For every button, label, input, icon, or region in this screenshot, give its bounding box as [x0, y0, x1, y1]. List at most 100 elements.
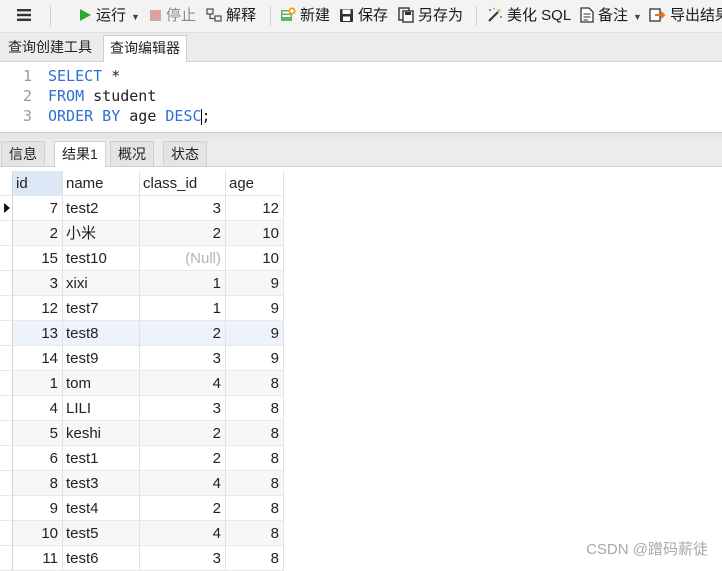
table-cell-id[interactable]: 6	[13, 446, 63, 471]
beautify-sql-button[interactable]: 美化 SQL	[486, 0, 571, 32]
run-button[interactable]: 运行 ▼	[78, 0, 140, 32]
table-cell-name[interactable]: test1	[63, 446, 140, 471]
table-cell-age[interactable]: 8	[226, 446, 284, 471]
table-cell-id[interactable]: 5	[13, 421, 63, 446]
table-cell-age[interactable]: 8	[226, 521, 284, 546]
table-cell-class-id[interactable]: 3	[140, 196, 226, 221]
row-gutter[interactable]	[0, 296, 13, 321]
table-cell-name[interactable]: test8	[63, 321, 140, 346]
row-gutter[interactable]	[0, 221, 13, 246]
table-cell-age[interactable]: 12	[226, 196, 284, 221]
row-gutter[interactable]	[0, 496, 13, 521]
row-gutter[interactable]	[0, 396, 13, 421]
table-cell-name[interactable]: xixi	[63, 271, 140, 296]
table-cell-age[interactable]: 8	[226, 546, 284, 571]
tab-info[interactable]: 信息	[1, 141, 45, 166]
table-cell-class-id[interactable]: 2	[140, 496, 226, 521]
table-cell-class-id[interactable]: 2	[140, 421, 226, 446]
sql-editor[interactable]: 1 SELECT * 2 FROM student 3 ORDER BY age DE…	[0, 62, 722, 132]
table-cell-id[interactable]: 11	[13, 546, 63, 571]
export-result-button[interactable]: 导出结果	[649, 0, 722, 32]
table-cell-name[interactable]: 小米	[63, 221, 140, 246]
table-cell-age[interactable]: 10	[226, 246, 284, 271]
pane-splitter[interactable]	[0, 132, 722, 139]
table-cell-name[interactable]: test3	[63, 471, 140, 496]
table-cell-id[interactable]: 14	[13, 346, 63, 371]
table-cell-age[interactable]: 9	[226, 296, 284, 321]
table-cell-name[interactable]: test4	[63, 496, 140, 521]
row-gutter[interactable]	[0, 271, 13, 296]
table-cell-class-id[interactable]: 4	[140, 471, 226, 496]
table-cell-class-id[interactable]: 3	[140, 346, 226, 371]
row-gutter[interactable]	[0, 471, 13, 496]
table-cell-age[interactable]: 8	[226, 421, 284, 446]
table-cell-id[interactable]: 4	[13, 396, 63, 421]
table-cell-name[interactable]: test10	[63, 246, 140, 271]
row-gutter[interactable]	[0, 421, 13, 446]
table-cell-id[interactable]: 8	[13, 471, 63, 496]
table-cell-name[interactable]: test6	[63, 546, 140, 571]
tab-profile[interactable]: 概况	[110, 141, 154, 166]
row-gutter[interactable]	[0, 521, 13, 546]
table-cell-name[interactable]: test7	[63, 296, 140, 321]
table-cell-age[interactable]: 9	[226, 321, 284, 346]
table-cell-age[interactable]: 8	[226, 471, 284, 496]
column-header-age[interactable]: age	[226, 171, 284, 196]
table-cell-id[interactable]: 15	[13, 246, 63, 271]
row-gutter[interactable]	[0, 246, 13, 271]
table-cell-age[interactable]: 8	[226, 371, 284, 396]
column-header-class-id[interactable]: class_id	[140, 171, 226, 196]
table-cell-class-id[interactable]: 1	[140, 296, 226, 321]
table-cell-class-id[interactable]: 4	[140, 371, 226, 396]
table-cell-name[interactable]: test9	[63, 346, 140, 371]
table-cell-age[interactable]: 8	[226, 396, 284, 421]
table-cell-id[interactable]: 12	[13, 296, 63, 321]
table-cell-class-id[interactable]: 3	[140, 396, 226, 421]
column-header-id[interactable]: id	[13, 171, 63, 196]
tab-result-1[interactable]: 结果1	[54, 141, 106, 167]
tab-query-editor[interactable]: 查询编辑器	[103, 35, 187, 62]
table-cell-id[interactable]: 7	[13, 196, 63, 221]
row-gutter[interactable]	[0, 446, 13, 471]
table-cell-id[interactable]: 2	[13, 221, 63, 246]
row-gutter[interactable]	[0, 371, 13, 396]
table-cell-age[interactable]: 9	[226, 346, 284, 371]
current-row-indicator[interactable]	[0, 196, 13, 221]
table-cell-name[interactable]: test2	[63, 196, 140, 221]
column-header-name[interactable]: name	[63, 171, 140, 196]
table-cell-id[interactable]: 1	[13, 371, 63, 396]
stop-button[interactable]: 停止	[149, 0, 196, 32]
table-cell-id[interactable]: 10	[13, 521, 63, 546]
note-button[interactable]: 备注 ▼	[580, 0, 642, 32]
table-cell-age[interactable]: 8	[226, 496, 284, 521]
menu-icon[interactable]	[16, 0, 32, 32]
table-cell-name[interactable]: tom	[63, 371, 140, 396]
table-cell-age[interactable]: 10	[226, 221, 284, 246]
table-cell-class-id[interactable]: 3	[140, 546, 226, 571]
row-gutter[interactable]	[0, 321, 13, 346]
table-cell-class-id[interactable]: 2	[140, 321, 226, 346]
table-cell-name[interactable]: keshi	[63, 421, 140, 446]
table-cell-class-id[interactable]: 2	[140, 221, 226, 246]
table-cell-id[interactable]: 9	[13, 496, 63, 521]
table-cell-id[interactable]: 13	[13, 321, 63, 346]
table-cell-class-id[interactable]: 1	[140, 271, 226, 296]
tab-query-builder[interactable]: 查询创建工具	[2, 35, 98, 60]
row-gutter[interactable]	[0, 546, 13, 571]
chevron-down-icon[interactable]: ▼	[131, 12, 140, 22]
table-cell-class-id[interactable]: 2	[140, 446, 226, 471]
table-cell-id[interactable]: 3	[13, 271, 63, 296]
table-cell-class-id[interactable]: 4	[140, 521, 226, 546]
table-cell-class-id[interactable]: (Null)	[140, 246, 226, 271]
explain-button[interactable]: 解释	[206, 0, 256, 32]
table-cell-age[interactable]: 9	[226, 271, 284, 296]
row-gutter[interactable]	[0, 346, 13, 371]
stop-icon	[150, 9, 161, 21]
table-cell-name[interactable]: test5	[63, 521, 140, 546]
table-cell-name[interactable]: LILI	[63, 396, 140, 421]
save-button[interactable]: 保存	[339, 0, 388, 32]
tab-status[interactable]: 状态	[163, 141, 207, 166]
chevron-down-icon[interactable]: ▼	[633, 12, 642, 22]
new-button[interactable]: 新建	[280, 0, 330, 32]
save-as-button[interactable]: 另存为	[398, 0, 463, 32]
